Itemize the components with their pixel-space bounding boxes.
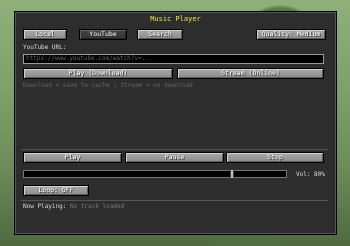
divider	[21, 200, 328, 201]
stop-button[interactable]: Stop	[226, 152, 324, 163]
tab-youtube[interactable]: YouTube	[79, 29, 127, 40]
now-playing-label: Now Playing:	[23, 203, 67, 210]
window-title: Music Player	[150, 15, 201, 23]
volume-slider[interactable]	[23, 169, 287, 179]
play-button[interactable]: Play	[23, 152, 122, 163]
stream-online-button[interactable]: Stream (Online)	[177, 68, 324, 79]
play-download-button[interactable]: Play (Download)	[23, 68, 173, 79]
music-player-window: Music Player Local YouTube Search Qualit…	[14, 11, 337, 235]
pause-button[interactable]: Pause	[125, 152, 224, 163]
loop-toggle[interactable]: Loop: OFF	[23, 185, 89, 196]
divider	[21, 149, 328, 150]
now-playing: Now Playing: No track loaded	[23, 203, 124, 210]
tab-local[interactable]: Local	[23, 29, 67, 40]
quality-button[interactable]: Quality: Medium	[256, 29, 326, 40]
youtube-url-label: YouTube URL:	[23, 44, 67, 51]
volume-slider-handle[interactable]	[230, 169, 234, 179]
download-stream-hint: Download = save to cache | Stream = no d…	[23, 82, 193, 89]
tab-search[interactable]: Search	[137, 29, 183, 40]
youtube-url-input[interactable]: https://www.youtube.com/watch?v=...	[23, 54, 324, 64]
now-playing-value: No track loaded	[69, 203, 125, 210]
volume-label: Vol: 80%	[296, 171, 325, 178]
